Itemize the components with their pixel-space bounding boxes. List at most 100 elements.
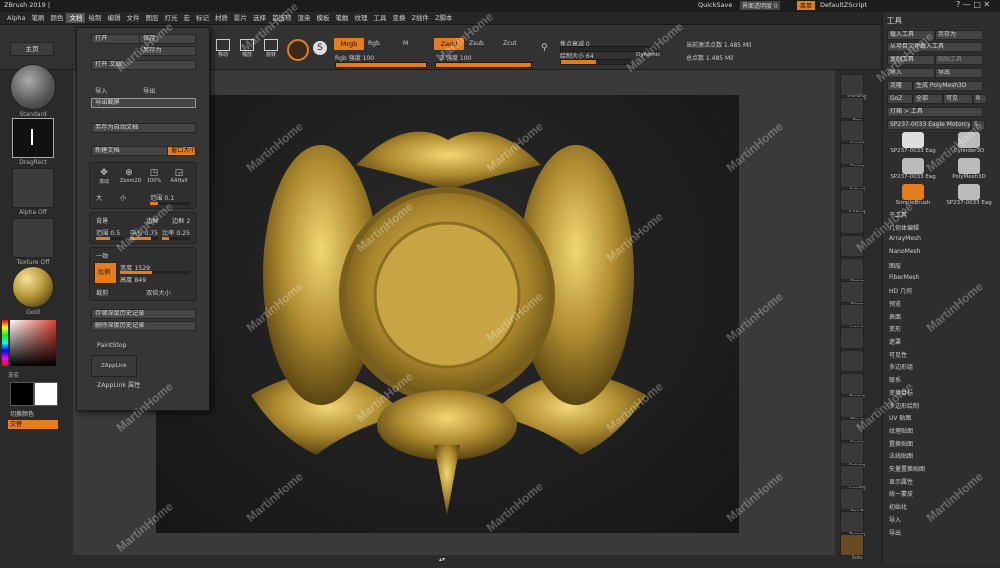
- import-tool-button[interactable]: 导入: [887, 68, 935, 78]
- right-shelf-button-10[interactable]: Local: [840, 304, 864, 331]
- menu-18[interactable]: 纹理: [351, 13, 370, 23]
- right-shelf-button-9[interactable]: Floor: [840, 281, 864, 308]
- mrgb-button[interactable]: Mrgb: [334, 38, 364, 50]
- subpalette-18[interactable]: 置换贴图: [889, 439, 913, 448]
- home-button[interactable]: 主页: [10, 42, 54, 56]
- goz-button[interactable]: GoZ: [887, 94, 913, 104]
- save-auto-button[interactable]: 另存为自动文档: [91, 123, 196, 133]
- subpalette-19[interactable]: 法线贴图: [889, 451, 913, 460]
- menus-button[interactable]: 菜单: [797, 1, 816, 10]
- big-button[interactable]: 大: [96, 193, 102, 202]
- right-shelf-button-6[interactable]: [840, 212, 864, 234]
- save-button[interactable]: 保存: [139, 34, 196, 44]
- clone-button[interactable]: 克隆: [887, 81, 913, 91]
- subpalette-9[interactable]: 变形: [889, 324, 901, 333]
- script-name[interactable]: DefaultZScript: [820, 1, 867, 9]
- export-tool-button[interactable]: 导出: [935, 68, 983, 78]
- menu-5[interactable]: 编辑: [104, 13, 123, 23]
- copy-tool-button[interactable]: 复制工具: [887, 55, 935, 65]
- subpalette-1[interactable]: 几何体编辑: [889, 223, 919, 232]
- right-shelf-button-20[interactable]: Solo: [840, 534, 864, 561]
- delete-depth-button[interactable]: 删除深度历史记录: [91, 321, 196, 331]
- rgb-button[interactable]: Rgb: [368, 40, 380, 47]
- brush-thumbnail[interactable]: Standard: [10, 64, 56, 118]
- document-viewport[interactable]: [156, 95, 739, 533]
- texture-thumbnail[interactable]: Texture Off: [12, 218, 54, 266]
- subpalette-7[interactable]: 预览: [889, 299, 901, 308]
- make-polymesh-button[interactable]: 生成 PolyMesh3D: [913, 81, 983, 91]
- window-controls[interactable]: ? — □ ✕: [956, 0, 990, 9]
- right-shelf-button-8[interactable]: Persp: [840, 258, 864, 285]
- main-color-swatch[interactable]: [10, 382, 34, 406]
- transparency-slider[interactable]: 界面透明度 0: [740, 1, 780, 10]
- subpalette-20[interactable]: 矢量置换贴图: [889, 464, 925, 473]
- subpalette-8[interactable]: 表面: [889, 312, 901, 321]
- rotate-icon[interactable]: 旋转: [261, 39, 281, 65]
- menu-6[interactable]: 文件: [123, 13, 142, 23]
- center-slider[interactable]: [130, 237, 158, 240]
- small-button[interactable]: 小: [120, 193, 126, 202]
- subpalette-17[interactable]: 纹理贴图: [889, 426, 913, 435]
- export-button[interactable]: 导出: [143, 86, 155, 95]
- range2-slider[interactable]: [96, 237, 124, 240]
- export-screen-button[interactable]: 导出截屏: [91, 98, 196, 108]
- save-as-button[interactable]: 另存为: [139, 46, 196, 56]
- proportion-button[interactable]: 比例: [94, 262, 117, 284]
- subpalette-25[interactable]: 导出: [889, 528, 901, 537]
- secondary-color-swatch[interactable]: [34, 382, 58, 406]
- menu-4[interactable]: 绘制: [85, 13, 104, 23]
- material-thumbnail[interactable]: Gold: [12, 266, 54, 316]
- right-shelf-button-19[interactable]: Transp: [840, 511, 865, 538]
- new-document-button[interactable]: 新建文档: [91, 146, 168, 156]
- dynamic-button[interactable]: Dynamic: [636, 52, 660, 58]
- right-shelf-button-17[interactable]: LineFill: [840, 465, 866, 492]
- open-button[interactable]: 打开: [91, 34, 140, 44]
- menu-16[interactable]: 模板: [313, 13, 332, 23]
- resize-button[interactable]: 窗口大小: [167, 146, 196, 156]
- switch-color-button[interactable]: 切换颜色: [10, 409, 34, 418]
- menu-17[interactable]: 笔触: [332, 13, 351, 23]
- right-shelf-button-3[interactable]: Zoom: [840, 143, 864, 170]
- subpalette-12[interactable]: 多边形组: [889, 362, 913, 371]
- edit-icon[interactable]: [287, 39, 309, 61]
- subpalette-4[interactable]: 图层: [889, 261, 901, 270]
- load-from-project-button[interactable]: 从项目文件载入工具: [887, 42, 983, 52]
- menu-0[interactable]: Alpha: [4, 13, 28, 23]
- save-as-tool-button[interactable]: 另存为: [935, 30, 983, 40]
- zapplink-props-button[interactable]: ZAppLink 属性: [97, 380, 140, 389]
- width-slider[interactable]: [120, 271, 190, 274]
- menu-11[interactable]: 材质: [212, 13, 231, 23]
- subpalette-23[interactable]: 初始化: [889, 502, 907, 511]
- right-shelf-button-4[interactable]: Actual: [840, 166, 865, 193]
- visible-button[interactable]: 可见: [943, 94, 973, 104]
- zcut-button[interactable]: Zcut: [503, 40, 517, 47]
- crop-button[interactable]: 裁剪: [96, 288, 108, 297]
- tool-thumb-1[interactable]: Cylinder3D: [943, 132, 995, 156]
- paste-tool-button[interactable]: 粘贴工具: [935, 55, 983, 65]
- subpalette-11[interactable]: 可见性: [889, 350, 907, 359]
- subpalette-14[interactable]: 变换目标: [889, 388, 913, 397]
- subpalette-3[interactable]: NanoMesh: [889, 248, 920, 255]
- menu-8[interactable]: 灯光: [161, 13, 180, 23]
- tool-thumb-4[interactable]: SimpleBrush: [887, 184, 939, 208]
- right-shelf-button-15[interactable]: Scale: [840, 419, 864, 446]
- paintstop-label[interactable]: PaintStop: [97, 342, 126, 349]
- subpalette-21[interactable]: 显示属性: [889, 477, 913, 486]
- actual-icon[interactable]: ◲ AAHalf: [170, 168, 188, 188]
- menu-19[interactable]: 工具: [370, 13, 389, 23]
- subpalette-10[interactable]: 遮罩: [889, 337, 901, 346]
- menu-15[interactable]: 渲染: [294, 13, 313, 23]
- rate-slider[interactable]: [162, 237, 190, 240]
- zadd-button[interactable]: Zadd: [434, 38, 464, 50]
- right-shelf-button-16[interactable]: Rotate: [840, 442, 865, 469]
- rgb-intensity-slider[interactable]: [335, 62, 427, 68]
- right-shelf-button-1[interactable]: Bpr: [840, 97, 864, 124]
- m-button[interactable]: M: [403, 40, 408, 47]
- right-shelf-button-11[interactable]: [840, 327, 864, 349]
- alternate-button[interactable]: 交替: [8, 420, 58, 429]
- zoom-icon[interactable]: ⊕ Zoom2D: [120, 168, 141, 188]
- right-shelf-button-5[interactable]: AAHalf: [840, 189, 865, 216]
- menu-2[interactable]: 颜色: [47, 13, 66, 23]
- store-depth-button[interactable]: 存储深度历史记录: [91, 309, 196, 319]
- menu-12[interactable]: 影片: [231, 13, 250, 23]
